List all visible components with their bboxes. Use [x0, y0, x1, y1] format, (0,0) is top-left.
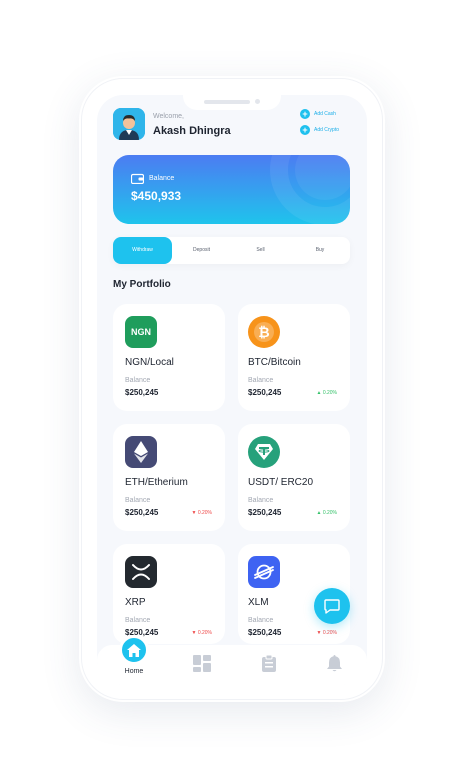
- bitcoin-icon: ₿: [248, 316, 280, 348]
- balance-label: Balance: [248, 377, 274, 384]
- home-icon: [127, 643, 141, 657]
- coin-name: USDT/ ERC20: [248, 477, 314, 488]
- tab-withdraw[interactable]: Withdraw: [113, 237, 172, 264]
- tether-icon: [248, 436, 280, 468]
- plus-icon: +: [300, 109, 310, 119]
- user-name: Akash Dhingra: [153, 125, 231, 137]
- add-cash-button[interactable]: + Add Cash: [300, 109, 336, 119]
- coin-amount: $250,245: [125, 508, 159, 517]
- stellar-glyph-icon: [254, 564, 274, 580]
- stellar-icon: [248, 556, 280, 588]
- price-change: ▲ 0.20%: [316, 510, 337, 516]
- portfolio-card-xrp[interactable]: XRP Balance $250,245 ▼ 0.20%: [113, 544, 225, 644]
- section-title: My Portfolio: [113, 279, 171, 290]
- avatar[interactable]: [113, 108, 145, 140]
- nav-home-label: Home: [124, 668, 144, 675]
- portfolio-card-eth[interactable]: ETH/Etherium Balance $250,245 ▼ 0.20%: [113, 424, 225, 531]
- coin-amount: $250,245: [248, 508, 282, 517]
- wallet-icon: [131, 173, 144, 184]
- balance-label: Balance: [248, 617, 274, 624]
- bitcoin-glyph-icon: ₿: [254, 322, 274, 342]
- svg-text:₿: ₿: [258, 325, 269, 341]
- tether-glyph-icon: [255, 444, 273, 460]
- balance-card: Balance $450,933: [113, 155, 350, 224]
- coin-name: XRP: [125, 597, 146, 608]
- balance-label: Balance: [248, 497, 274, 504]
- xrp-glyph-icon: [132, 564, 150, 580]
- portfolio-card-ngn[interactable]: NGN NGN/Local Balance $250,245: [113, 304, 225, 411]
- add-cash-label: Add Cash: [314, 111, 336, 117]
- add-crypto-label: Add Crypto: [314, 127, 340, 133]
- tab-sell[interactable]: Sell: [231, 237, 290, 264]
- bell-icon[interactable]: [327, 655, 342, 672]
- balance-label: Balance: [149, 175, 175, 182]
- portfolio-card-btc[interactable]: ₿ BTC/Bitcoin Balance $250,245 ▲ 0.20%: [238, 304, 350, 411]
- price-change: ▼ 0.20%: [316, 630, 337, 636]
- balance-label: Balance: [125, 497, 151, 504]
- price-change: ▼ 0.20%: [191, 510, 212, 516]
- coin-name: NGN/Local: [125, 357, 174, 368]
- welcome-text: Welcome,: [153, 113, 184, 120]
- add-crypto-button[interactable]: + Add Crypto: [300, 125, 339, 135]
- ethereum-glyph-icon: [134, 441, 148, 463]
- phone-notch: [183, 92, 281, 110]
- speaker-grille: [204, 100, 250, 104]
- xrp-icon: [125, 556, 157, 588]
- coin-amount: $250,245: [248, 388, 282, 397]
- action-tabs: Withdraw Deposit Sell Buy: [113, 237, 350, 264]
- clipboard-icon[interactable]: [262, 655, 276, 672]
- price-change: ▲ 0.20%: [316, 390, 337, 396]
- portfolio-card-usdt[interactable]: USDT/ ERC20 Balance $250,245 ▲ 0.20%: [238, 424, 350, 531]
- tab-deposit[interactable]: Deposit: [172, 237, 231, 264]
- ngn-icon: NGN: [125, 316, 157, 348]
- price-change: ▼ 0.20%: [191, 630, 212, 636]
- ngn-icon-text: NGN: [131, 327, 151, 337]
- chat-icon: [324, 598, 340, 614]
- balance-label: Balance: [125, 377, 151, 384]
- chat-button[interactable]: [314, 588, 350, 624]
- balance-label: Balance: [125, 617, 151, 624]
- camera-dot: [255, 99, 260, 104]
- coin-amount: $250,245: [248, 628, 282, 637]
- coin-name: ETH/Etherium: [125, 477, 188, 488]
- user-avatar-icon: [113, 108, 145, 140]
- coin-name: BTC/Bitcoin: [248, 357, 301, 368]
- coin-amount: $250,245: [125, 388, 159, 397]
- tab-buy[interactable]: Buy: [290, 237, 350, 264]
- plus-icon: +: [300, 125, 310, 135]
- nav-home-button[interactable]: [119, 635, 149, 665]
- balance-value: $450,933: [131, 189, 182, 203]
- coin-name: XLM: [248, 597, 269, 608]
- ethereum-icon: [125, 436, 157, 468]
- dashboard-icon[interactable]: [193, 655, 211, 672]
